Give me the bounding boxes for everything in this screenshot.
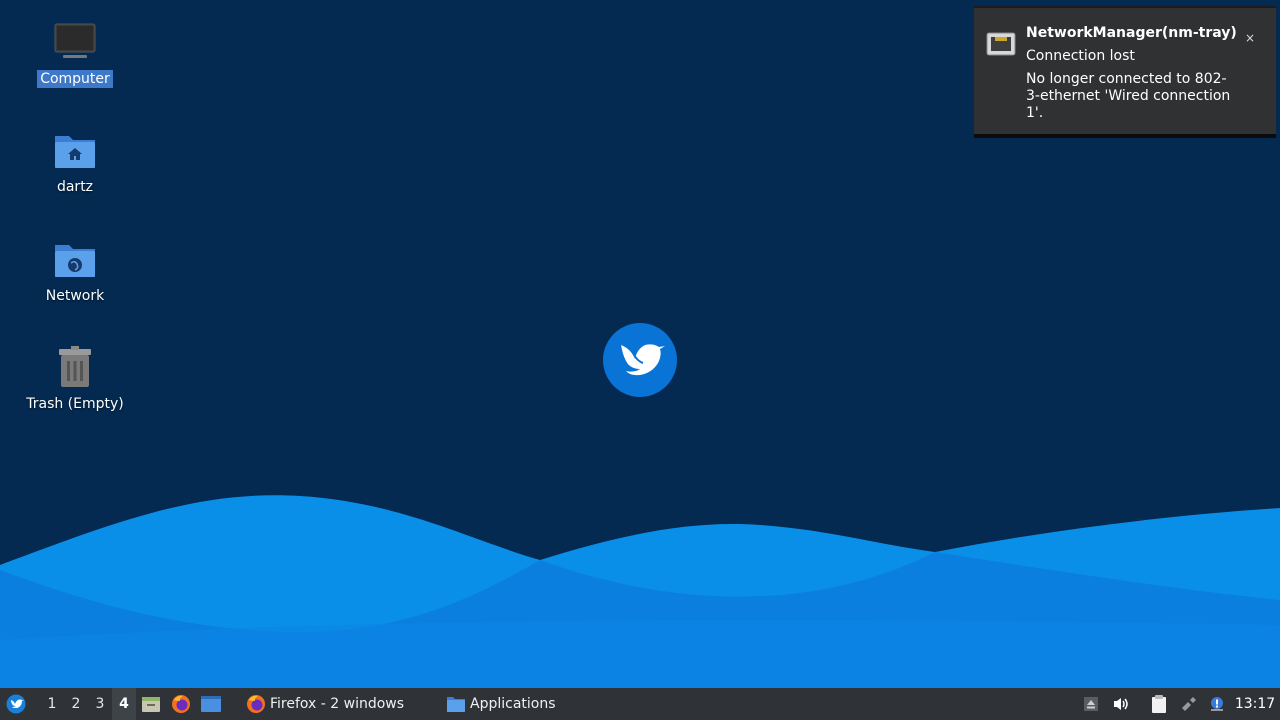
eject-icon: [1084, 697, 1098, 711]
workspace-2[interactable]: 2: [64, 688, 88, 720]
clock[interactable]: 13:17: [1230, 688, 1280, 720]
ethernet-port-icon: [986, 30, 1016, 58]
close-icon[interactable]: ×: [1240, 28, 1260, 48]
hummingbird-logo-icon: [603, 323, 677, 397]
notification-popup[interactable]: NetworkManager(nm-tray) Connection lost …: [974, 6, 1276, 138]
network-button[interactable]: [1174, 688, 1204, 720]
desktop-icon-home[interactable]: dartz: [20, 126, 130, 196]
desktop-icon-label: dartz: [56, 179, 94, 195]
task-label: Firefox - 2 windows: [270, 696, 405, 712]
desktop-icon-label: Trash (Empty): [26, 396, 124, 412]
task-firefox[interactable]: Firefox - 2 windows: [240, 688, 440, 720]
notification-button[interactable]: [1204, 688, 1230, 720]
desktop-icon-label: Computer: [37, 70, 113, 88]
network-folder-icon: [51, 235, 99, 283]
network-disconnected-icon: [1182, 697, 1196, 711]
eject-button[interactable]: [1076, 688, 1106, 720]
workspace-3[interactable]: 3: [88, 688, 112, 720]
desktop-icon-network[interactable]: Network: [20, 235, 130, 305]
desktop-icon-trash[interactable]: Trash (Empty): [20, 343, 130, 413]
start-menu-button[interactable]: [0, 688, 32, 720]
notification-icon: [1211, 697, 1223, 711]
home-folder-icon: [51, 126, 99, 174]
notification-summary: Connection lost: [1026, 48, 1135, 64]
firefox-icon: [246, 694, 266, 714]
workspace-4[interactable]: 4: [112, 688, 136, 720]
task-applications[interactable]: Applications: [440, 688, 640, 720]
desktop-icon-computer[interactable]: Computer: [20, 18, 130, 88]
taskbar: 1 2 3 4 Firefox - 2 windows Applications…: [0, 688, 1280, 720]
volume-button[interactable]: [1106, 688, 1136, 720]
file-manager-launcher[interactable]: [136, 688, 166, 720]
firefox-icon: [172, 695, 190, 713]
task-label: Applications: [470, 696, 556, 712]
notification-title: NetworkManager(nm-tray): [1026, 25, 1237, 41]
start-menu-icon: [6, 694, 26, 714]
monitor-icon: [51, 18, 99, 66]
clipboard-button[interactable]: [1144, 688, 1174, 720]
file-manager-icon: [142, 697, 160, 712]
firefox-launcher[interactable]: [166, 688, 196, 720]
desktop-icon-label: Network: [45, 288, 105, 304]
notification-body: No longer connected to 802-3-ethernet 'W…: [1026, 71, 1231, 121]
trash-icon: [51, 343, 99, 391]
workspace-1[interactable]: 1: [40, 688, 64, 720]
folder-icon: [446, 694, 466, 714]
show-desktop-icon: [201, 696, 221, 712]
show-desktop-button[interactable]: [196, 688, 226, 720]
volume-icon: [1114, 698, 1128, 710]
clipboard-icon: [1152, 695, 1166, 713]
